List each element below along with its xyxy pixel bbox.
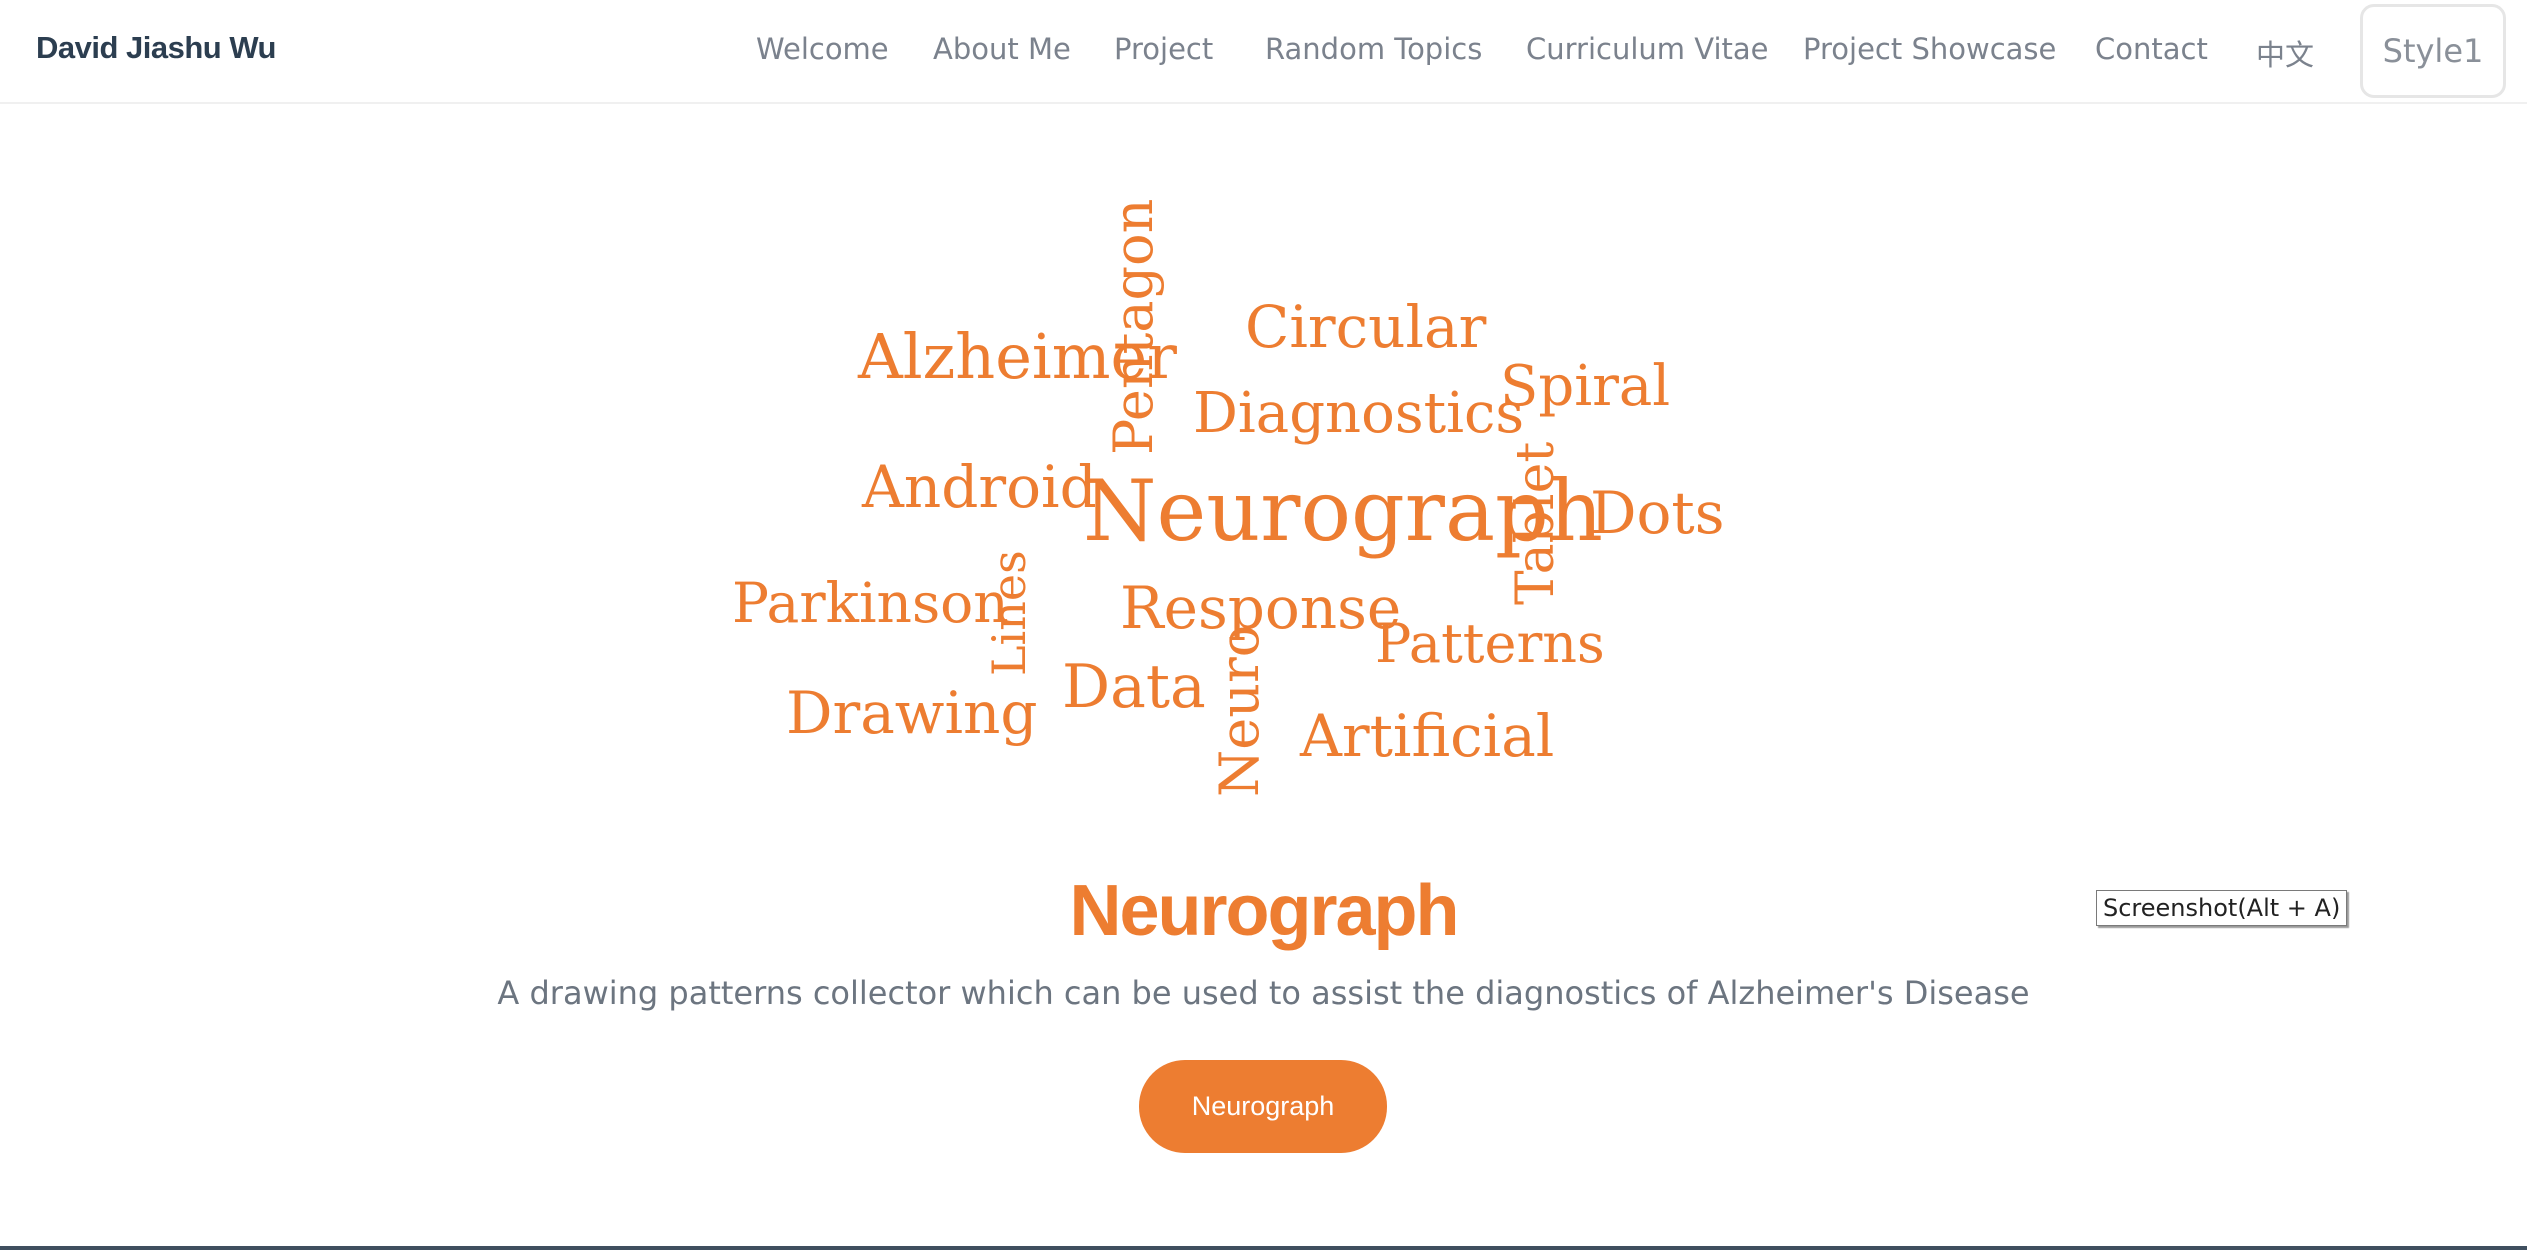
word-alzheimer: Alzheimer — [857, 320, 1177, 393]
word-diagnostics: Diagnostics — [1193, 381, 1524, 446]
word-pentagon: Pentagon — [1102, 199, 1165, 455]
word-neuro: Neuro — [1208, 625, 1271, 797]
word-drawing: Drawing — [786, 679, 1037, 747]
nav-project[interactable]: Project — [1114, 32, 1213, 66]
word-neurograph: Neurograph — [1083, 462, 1603, 560]
word-lines: Lines — [982, 550, 1036, 676]
word-data: Data — [1062, 652, 1206, 722]
site-brand[interactable]: David Jiashu Wu — [36, 30, 277, 66]
word-response: Response — [1120, 574, 1401, 642]
bottom-divider — [0, 1246, 2527, 1250]
nav-welcome[interactable]: Welcome — [756, 32, 889, 66]
word-tablet: Tablet — [1506, 442, 1566, 605]
word-spiral: Spiral — [1500, 354, 1670, 419]
nav-about-me[interactable]: About Me — [933, 32, 1071, 66]
word-patterns: Patterns — [1375, 612, 1605, 675]
word-dots: Dots — [1590, 479, 1725, 547]
word-parkinson: Parkinson — [732, 571, 1009, 635]
neurograph-button[interactable]: Neurograph — [1139, 1060, 1387, 1153]
style-switch-button[interactable]: Style1 — [2360, 4, 2506, 98]
project-subtitle: A drawing patterns collector which can b… — [497, 974, 2030, 1012]
top-navbar: David Jiashu Wu Welcome About Me Project… — [0, 0, 2527, 104]
nav-random-topics[interactable]: Random Topics — [1265, 32, 1482, 66]
nav-chinese[interactable]: 中文 — [2256, 32, 2314, 74]
word-circular: Circular — [1245, 293, 1487, 361]
word-artificial: Artificial — [1299, 702, 1554, 770]
word-android: Android — [861, 453, 1097, 521]
nav-project-showcase[interactable]: Project Showcase — [1803, 32, 2056, 66]
screenshot-tooltip: Screenshot(Alt + A) — [2096, 890, 2348, 926]
nav-contact[interactable]: Contact — [2095, 32, 2208, 66]
nav-curriculum-vitae[interactable]: Curriculum Vitae — [1526, 32, 1769, 66]
